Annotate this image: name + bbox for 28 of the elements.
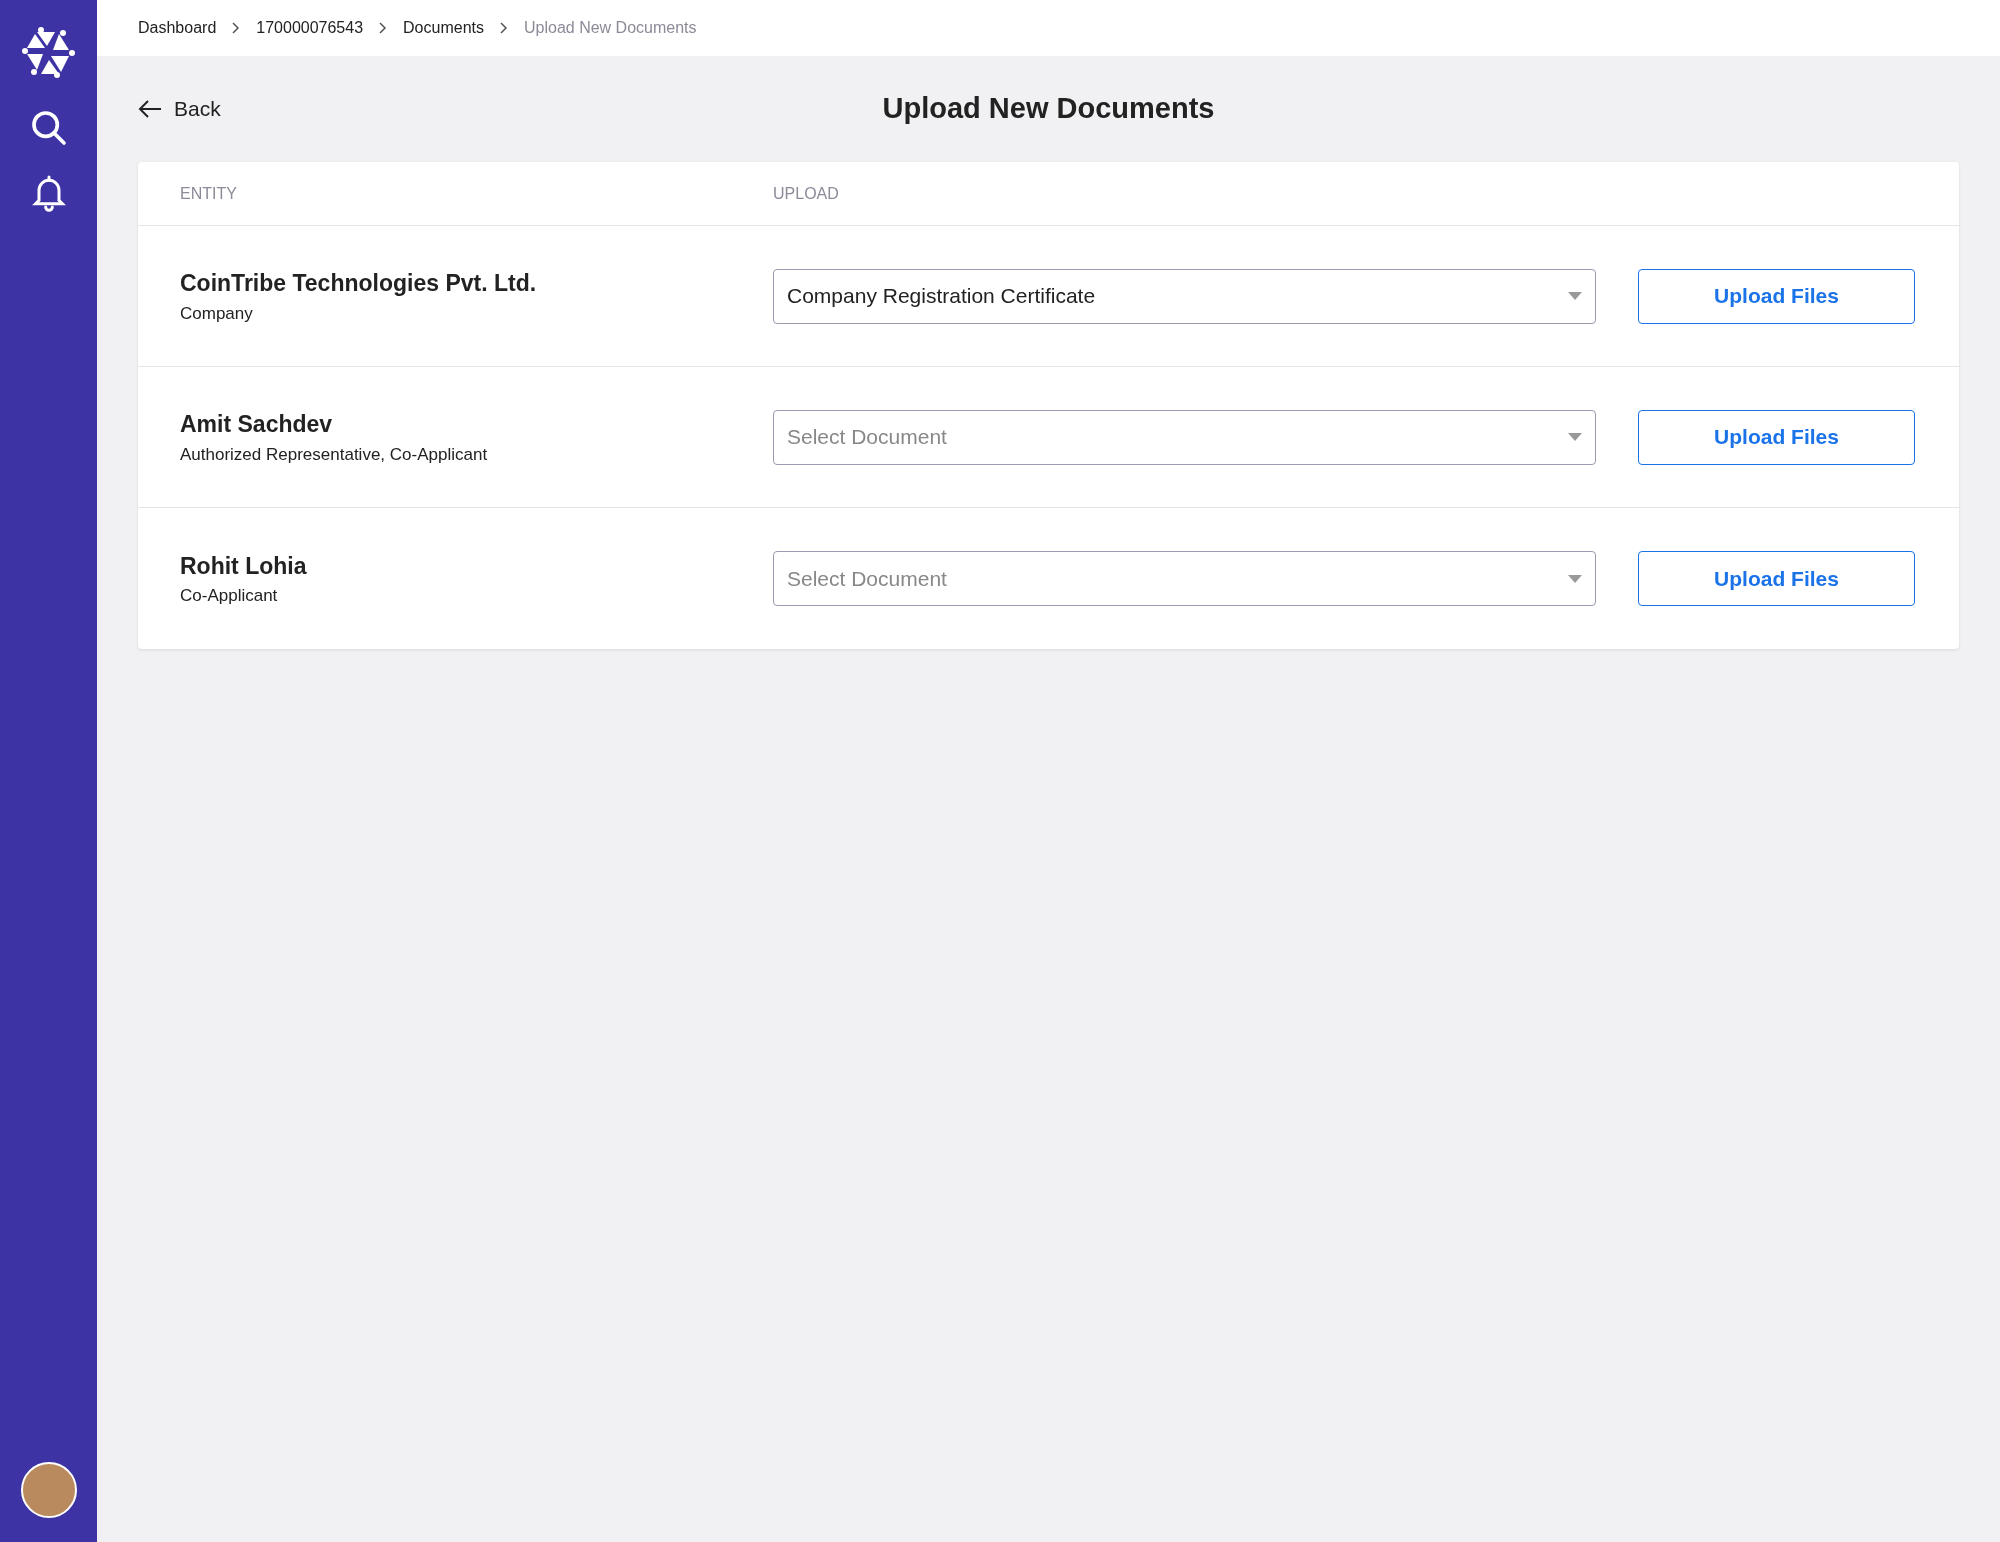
arrow-left-icon: [138, 99, 162, 119]
document-select[interactable]: Company Registration Certificate: [773, 268, 1596, 324]
column-header: ENTITY: [180, 183, 238, 204]
chevron-icon: [379, 22, 388, 34]
entity-role: Authorized Representative, Co-Applicant: [180, 443, 489, 466]
entity-role: Company: [180, 302, 254, 325]
breadcrumb-link[interactable]: Dashboard: [138, 16, 217, 40]
upload-files-button[interactable]: Upload Files: [1638, 409, 1915, 465]
breadcrumb-link[interactable]: Documents: [403, 16, 484, 40]
breadcrumb-link[interactable]: Upload New Documents: [524, 16, 697, 40]
entity-name: Amit Sachdev: [180, 410, 334, 439]
chevron-icon: [500, 22, 508, 34]
upload-files-button[interactable]: Upload Files: [1638, 551, 1915, 606]
entity-name: Rohit Lohia: [180, 551, 308, 581]
back-button[interactable]: Back: [138, 93, 221, 125]
dropdown-caret-icon: [1568, 574, 1582, 583]
document-select[interactable]: Select Document: [773, 409, 1596, 465]
dropdown-caret-icon: [1568, 433, 1582, 441]
entity-role: Co-Applicant: [180, 585, 279, 607]
document-select[interactable]: Select Document: [773, 551, 1596, 606]
breadcrumb-link[interactable]: 170000076543: [256, 16, 364, 40]
entity-name: CoinTribe Technologies Pvt. Ltd.: [180, 269, 538, 298]
chevron-icon: [232, 22, 241, 34]
column-header: UPLOAD: [773, 183, 839, 204]
upload-files-button[interactable]: Upload Files: [1638, 268, 1915, 324]
logo-icon: [20, 24, 77, 80]
dropdown-caret-icon: [1568, 292, 1582, 300]
page-title: Upload New Documents: [882, 91, 1215, 127]
